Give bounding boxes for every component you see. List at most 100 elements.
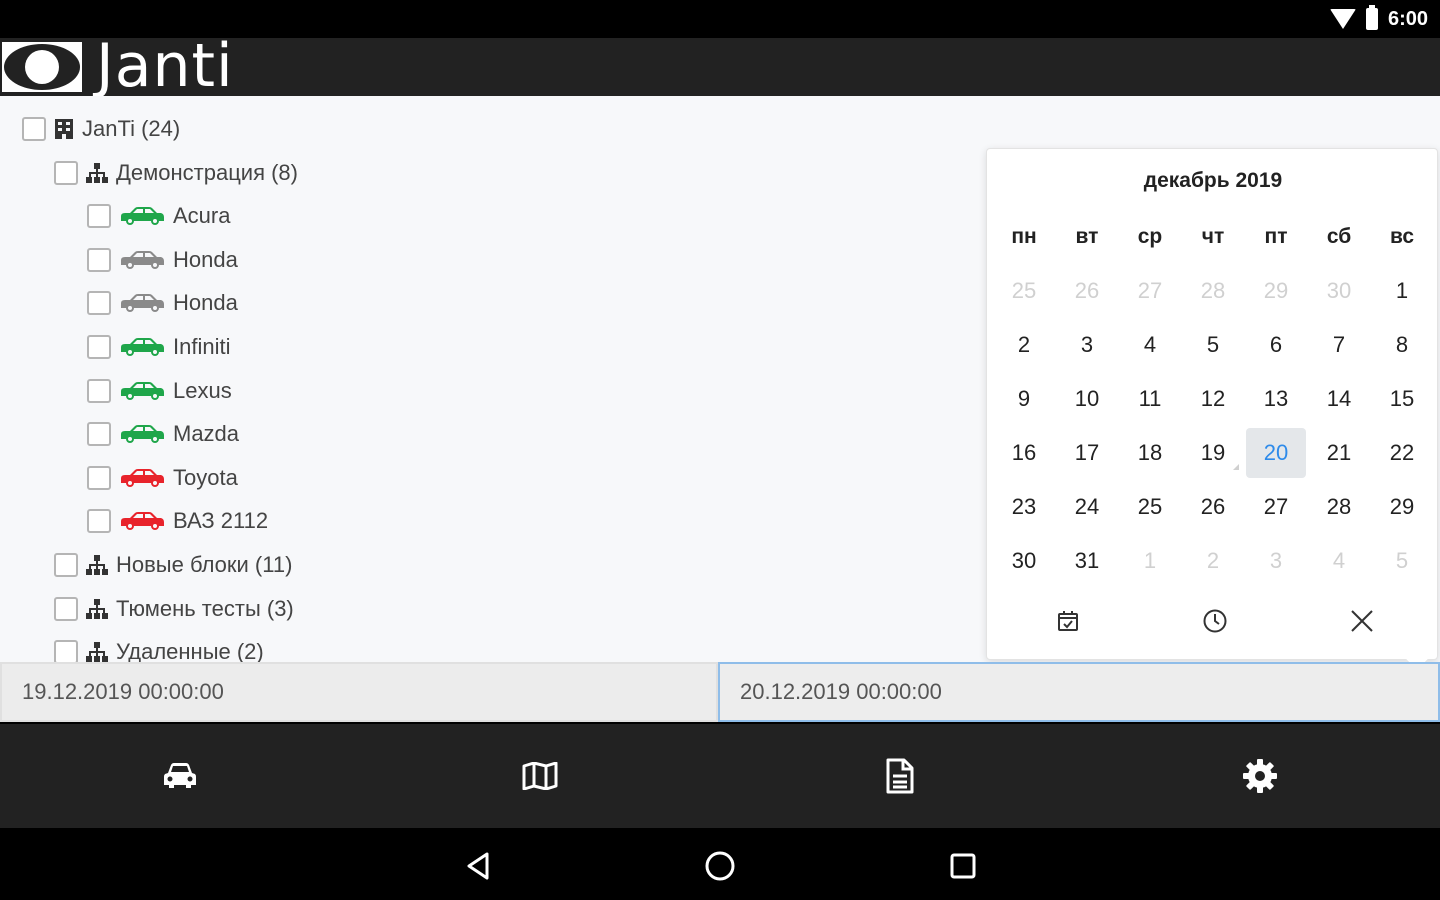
calendar-day[interactable]: 20 bbox=[1246, 428, 1306, 478]
calendar-day[interactable]: 2 bbox=[994, 320, 1054, 370]
tree-checkbox[interactable] bbox=[22, 117, 46, 141]
battery-icon bbox=[1365, 5, 1378, 30]
map-icon bbox=[522, 762, 558, 790]
calendar-day-outside[interactable]: 1 bbox=[1120, 536, 1180, 586]
calendar-day-outside[interactable]: 30 bbox=[1309, 266, 1369, 316]
calendar-day[interactable]: 19 bbox=[1183, 428, 1243, 478]
tree-item[interactable]: Honda bbox=[87, 283, 238, 323]
tree-item[interactable]: Honda bbox=[87, 240, 238, 280]
tree-checkbox[interactable] bbox=[87, 378, 111, 403]
calendar-day[interactable]: 7 bbox=[1309, 320, 1369, 370]
tree-checkbox[interactable] bbox=[87, 335, 111, 359]
nav-reports[interactable] bbox=[720, 724, 1080, 828]
calendar-day[interactable]: 26 bbox=[1183, 482, 1243, 532]
tree-checkbox[interactable] bbox=[87, 291, 111, 316]
calendar-day-outside[interactable]: 3 bbox=[1246, 536, 1306, 586]
clock-icon bbox=[1203, 609, 1227, 633]
tree-checkbox[interactable] bbox=[87, 465, 111, 490]
logo-icon bbox=[2, 42, 82, 92]
nav-map[interactable] bbox=[360, 724, 720, 828]
calendar-day-outside[interactable]: 26 bbox=[1057, 266, 1117, 316]
calendar-day[interactable]: 1 bbox=[1372, 266, 1432, 316]
tree-checkbox[interactable] bbox=[54, 596, 78, 621]
tree-checkbox[interactable] bbox=[54, 553, 78, 577]
tree-item[interactable]: ВАЗ 2112 bbox=[87, 501, 268, 541]
tree-checkbox[interactable] bbox=[87, 509, 111, 534]
calendar-today-button[interactable] bbox=[1048, 601, 1088, 641]
calendar-day[interactable]: 22 bbox=[1372, 428, 1432, 478]
calendar-day[interactable]: 29 bbox=[1372, 482, 1432, 532]
calendar-day[interactable]: 3 bbox=[1057, 320, 1117, 370]
nav-settings[interactable] bbox=[1080, 724, 1440, 828]
calendar-day-outside[interactable]: 4 bbox=[1309, 536, 1369, 586]
tree-item-label: Mazda bbox=[173, 421, 240, 447]
tree-item[interactable]: Acura bbox=[87, 196, 230, 236]
calendar-day[interactable]: 30 bbox=[994, 536, 1054, 586]
calendar-day-outside[interactable]: 29 bbox=[1246, 266, 1306, 316]
calendar-day[interactable]: 15 bbox=[1372, 374, 1432, 424]
tree-item[interactable]: Toyota bbox=[87, 458, 238, 498]
calendar-day-outside[interactable]: 5 bbox=[1372, 536, 1432, 586]
tree-checkbox[interactable] bbox=[54, 640, 78, 662]
tree-item-label: Lexus bbox=[173, 377, 232, 403]
settings-icon bbox=[1243, 759, 1277, 793]
home-button[interactable] bbox=[700, 846, 740, 886]
date-picker-popup: декабрь 2019 пн вт ср чт пт сб вс 25 26 27 28 29 30… bbox=[986, 148, 1439, 672]
calendar-day-outside[interactable]: 2 bbox=[1183, 536, 1243, 586]
tree-item[interactable]: Mazda bbox=[87, 414, 239, 454]
date-to-input[interactable]: 20.12.2019 00:00:00 bbox=[718, 662, 1440, 722]
weekday-label: пн bbox=[1011, 225, 1037, 248]
weekday-label: ср bbox=[1137, 225, 1163, 248]
calendar-day[interactable]: 11 bbox=[1120, 374, 1180, 424]
tree-item[interactable]: Infiniti bbox=[87, 327, 230, 367]
tree-checkbox[interactable] bbox=[87, 247, 111, 272]
calendar-day[interactable]: 31 bbox=[1057, 536, 1117, 586]
tree-item-label: Демонстрация (8) bbox=[116, 159, 298, 185]
calendar-day[interactable]: 10 bbox=[1057, 374, 1117, 424]
calendar-day[interactable]: 23 bbox=[994, 482, 1054, 532]
date-from-input[interactable]: 19.12.2019 00:00:00 bbox=[0, 662, 718, 722]
recents-icon bbox=[950, 853, 976, 879]
back-button[interactable] bbox=[458, 846, 498, 886]
tree-checkbox[interactable] bbox=[87, 422, 111, 447]
tree-checkbox[interactable] bbox=[54, 160, 78, 185]
tree-item-label: Honda bbox=[173, 246, 238, 272]
calendar-day[interactable]: 8 bbox=[1372, 320, 1432, 370]
calendar-day-outside[interactable]: 28 bbox=[1183, 266, 1243, 316]
calendar-month-title[interactable]: декабрь 2019 bbox=[987, 169, 1439, 193]
recents-button[interactable] bbox=[943, 846, 983, 886]
calendar-day[interactable]: 27 bbox=[1246, 482, 1306, 532]
tree-item-label: Удаленные (2) bbox=[116, 639, 264, 662]
nav-objects[interactable] bbox=[0, 724, 360, 828]
calendar-day[interactable]: 12 bbox=[1183, 374, 1243, 424]
calendar-day[interactable]: 6 bbox=[1246, 320, 1306, 370]
calendar-day[interactable]: 4 bbox=[1120, 320, 1180, 370]
calendar-day[interactable]: 5 bbox=[1183, 320, 1243, 370]
tree-item[interactable]: JanTi (24) bbox=[22, 109, 180, 149]
tree-item[interactable]: Демонстрация (8) bbox=[54, 153, 298, 193]
close-picker-button[interactable] bbox=[1342, 601, 1382, 641]
building-icon bbox=[54, 118, 74, 140]
calendar-day[interactable]: 21 bbox=[1309, 428, 1369, 478]
calendar-day[interactable]: 18 bbox=[1120, 428, 1180, 478]
calendar-day[interactable]: 14 bbox=[1309, 374, 1369, 424]
calendar-day[interactable]: 16 bbox=[994, 428, 1054, 478]
calendar-day[interactable]: 28 bbox=[1309, 482, 1369, 532]
tree-item-label: ВАЗ 2112 bbox=[173, 508, 269, 534]
calendar-day[interactable]: 25 bbox=[1120, 482, 1180, 532]
wifi-icon bbox=[1329, 9, 1356, 29]
calendar-day-outside[interactable]: 25 bbox=[994, 266, 1054, 316]
time-picker-button[interactable] bbox=[1195, 601, 1235, 641]
tree-item[interactable]: Удаленные (2) bbox=[54, 632, 264, 662]
tree-item[interactable]: Тюмень тесты (3) bbox=[54, 589, 294, 629]
calendar-day[interactable]: 24 bbox=[1057, 482, 1117, 532]
car-icon bbox=[119, 381, 165, 401]
calendar-day[interactable]: 17 bbox=[1057, 428, 1117, 478]
tree-item[interactable]: Новые блоки (11) bbox=[54, 545, 292, 585]
tree-item-label: Honda bbox=[173, 290, 238, 316]
calendar-day[interactable]: 13 bbox=[1246, 374, 1306, 424]
calendar-day-outside[interactable]: 27 bbox=[1120, 266, 1180, 316]
tree-checkbox[interactable] bbox=[87, 204, 111, 229]
calendar-day[interactable]: 9 bbox=[994, 374, 1054, 424]
tree-item[interactable]: Lexus bbox=[87, 371, 232, 411]
